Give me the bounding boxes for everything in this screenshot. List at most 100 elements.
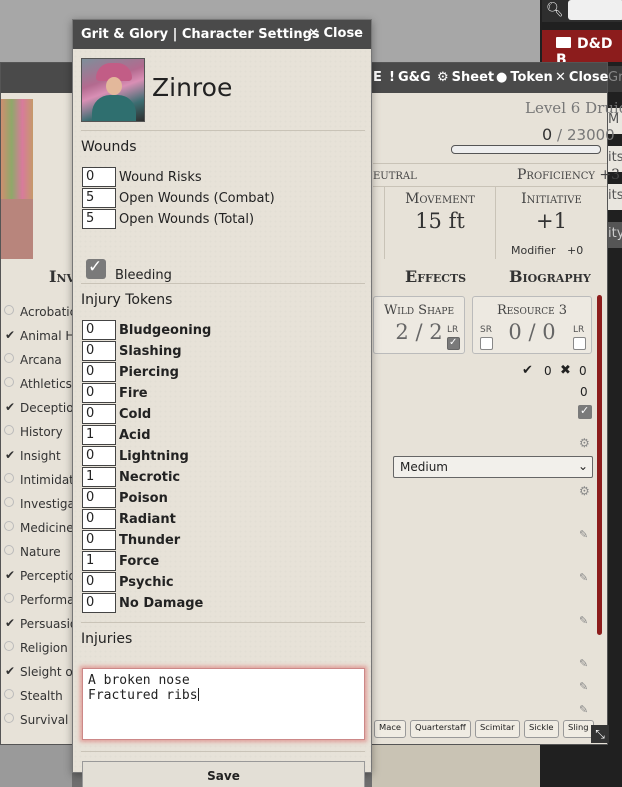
- injury-token-input[interactable]: 0: [82, 509, 116, 529]
- weapon-tag[interactable]: Sling: [563, 720, 594, 738]
- resource-3-max[interactable]: 0: [542, 320, 555, 344]
- injury-token-input[interactable]: 0: [82, 362, 116, 382]
- circle-icon[interactable]: [4, 377, 14, 387]
- option-checkbox[interactable]: [578, 404, 592, 419]
- injury-token-input[interactable]: 0: [82, 404, 116, 424]
- check-icon[interactable]: ✔: [4, 569, 16, 581]
- modifier-value[interactable]: +0: [567, 244, 583, 257]
- gear-icon[interactable]: ⚙: [579, 436, 591, 450]
- gg-button[interactable]: ! G&G: [389, 70, 431, 85]
- circle-icon[interactable]: [4, 713, 14, 723]
- weapon-tag[interactable]: Quarterstaff: [410, 720, 471, 738]
- failure-count[interactable]: 0: [579, 364, 587, 378]
- edit-icon[interactable]: ✎: [579, 703, 591, 716]
- edit-icon[interactable]: ✎: [579, 614, 591, 627]
- skill-row[interactable]: Athletics: [1, 373, 73, 397]
- edit-icon[interactable]: ✎: [579, 657, 591, 670]
- skill-row[interactable]: ✔ Deception: [1, 397, 73, 421]
- injury-token-input[interactable]: 1: [82, 551, 116, 571]
- circle-icon[interactable]: [4, 593, 14, 603]
- extra-count[interactable]: 0: [580, 385, 588, 399]
- dialog-close-button[interactable]: ✕ Close: [308, 26, 363, 41]
- tab-effects[interactable]: Effects: [405, 267, 466, 286]
- skill-row[interactable]: Survival: [1, 709, 73, 733]
- injury-token-input[interactable]: 0: [82, 341, 116, 361]
- edit-icon[interactable]: ✎: [579, 528, 591, 541]
- skill-row[interactable]: Medicine: [1, 517, 73, 541]
- injury-token-input[interactable]: 0: [82, 320, 116, 340]
- circle-icon[interactable]: [4, 305, 14, 315]
- wild-shape-current[interactable]: 2: [395, 320, 408, 344]
- tab-biography[interactable]: Biography: [509, 267, 591, 286]
- sidebar-search[interactable]: 🔍︎: [542, 0, 622, 22]
- skill-row[interactable]: Stealth: [1, 685, 73, 709]
- edit-icon[interactable]: ✎: [579, 571, 591, 584]
- circle-icon[interactable]: [4, 473, 14, 483]
- circle-icon[interactable]: [4, 545, 14, 555]
- weapon-tag[interactable]: Scimitar: [475, 720, 520, 738]
- search-icon[interactable]: 🔍︎: [546, 2, 564, 20]
- sheet-button[interactable]: ⚙ Sheet: [437, 70, 494, 85]
- skill-row[interactable]: Nature: [1, 541, 73, 565]
- circle-icon[interactable]: [4, 641, 14, 651]
- skill-row[interactable]: ✔ Animal Handling: [1, 325, 73, 349]
- injury-token-input[interactable]: 0: [82, 446, 116, 466]
- sidebar-tab-dnd[interactable]: D&D B: [542, 30, 622, 68]
- e-button[interactable]: E: [373, 70, 382, 85]
- skill-row[interactable]: History: [1, 421, 73, 445]
- injury-token-input[interactable]: 0: [82, 593, 116, 613]
- skill-row[interactable]: Intimidation: [1, 469, 73, 493]
- injury-token-input[interactable]: 0: [82, 488, 116, 508]
- wound-value-input[interactable]: 5: [82, 188, 116, 208]
- circle-icon[interactable]: [4, 521, 14, 531]
- dialog-titlebar[interactable]: Grit & Glory | Character Settings ✕ Clos…: [73, 20, 371, 49]
- skill-row[interactable]: ✔ Sleight of Hand: [1, 661, 73, 685]
- check-icon[interactable]: ✔: [4, 449, 16, 461]
- skill-row[interactable]: Religion: [1, 637, 73, 661]
- resource-3-sr-checkbox[interactable]: [480, 337, 493, 350]
- armor-type-select[interactable]: Medium ⌄: [393, 456, 593, 478]
- skill-row[interactable]: ✔ Perception: [1, 565, 73, 589]
- circle-icon[interactable]: [4, 497, 14, 507]
- wound-value-input[interactable]: 5: [82, 209, 116, 229]
- token-button[interactable]: ● Token: [496, 70, 553, 85]
- injury-token-input[interactable]: 1: [82, 425, 116, 445]
- injury-token-input[interactable]: 0: [82, 530, 116, 550]
- check-icon[interactable]: ✔: [4, 665, 16, 677]
- gear-icon[interactable]: ⚙: [579, 484, 591, 498]
- wild-shape-max[interactable]: 2: [429, 320, 442, 344]
- skill-row[interactable]: Performance: [1, 589, 73, 613]
- scrollbar[interactable]: [597, 295, 602, 635]
- skill-row[interactable]: ✔ Persuasion: [1, 613, 73, 637]
- resource-3-lr-checkbox[interactable]: [573, 337, 586, 350]
- character-portrait[interactable]: [1, 99, 33, 259]
- weapon-tag[interactable]: Mace: [374, 720, 407, 738]
- resource-3-current[interactable]: 0: [508, 320, 521, 344]
- movement-value[interactable]: 15 ft: [385, 209, 495, 233]
- initiative-value[interactable]: +1: [496, 209, 607, 233]
- circle-icon[interactable]: [4, 425, 14, 435]
- injury-token-input[interactable]: 0: [82, 572, 116, 592]
- skill-row[interactable]: Investigation: [1, 493, 73, 517]
- circle-icon[interactable]: [4, 689, 14, 699]
- weapon-tag[interactable]: Sickle: [524, 720, 559, 738]
- resize-icon[interactable]: ⤡: [591, 725, 609, 743]
- skill-row[interactable]: Arcana: [1, 349, 73, 373]
- circle-icon[interactable]: [4, 353, 14, 363]
- bleeding-checkbox[interactable]: [86, 257, 106, 279]
- check-icon[interactable]: ✔: [4, 401, 16, 413]
- save-button[interactable]: Save: [82, 761, 365, 787]
- wound-value-input[interactable]: 0: [82, 167, 116, 187]
- wild-shape-lr-checkbox[interactable]: [447, 337, 460, 350]
- xp-current[interactable]: 0: [542, 125, 552, 144]
- alignment[interactable]: eutral: [373, 167, 417, 183]
- injuries-textarea[interactable]: A broken nose Fractured ribs: [82, 668, 365, 740]
- edit-icon[interactable]: ✎: [579, 680, 591, 693]
- check-icon[interactable]: ✔: [4, 617, 16, 629]
- injury-token-input[interactable]: 1: [82, 467, 116, 487]
- success-count[interactable]: 0: [544, 364, 552, 378]
- search-input[interactable]: [568, 0, 622, 20]
- skill-row[interactable]: ✔ Insight: [1, 445, 73, 469]
- injury-token-input[interactable]: 0: [82, 383, 116, 403]
- sheet-close-button[interactable]: ✕ Close: [555, 70, 608, 85]
